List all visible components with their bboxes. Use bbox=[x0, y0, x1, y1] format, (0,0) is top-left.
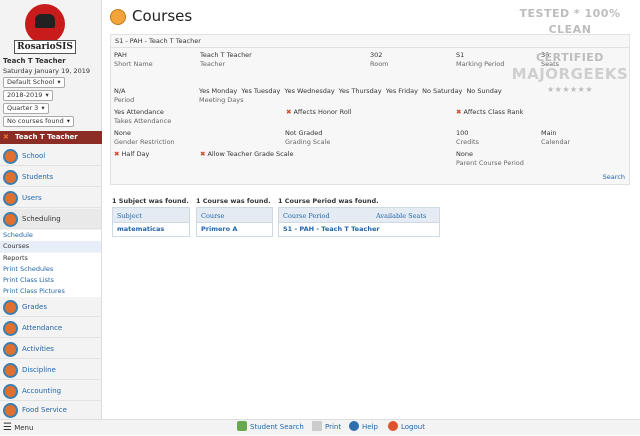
menu-scheduling[interactable]: Scheduling bbox=[0, 209, 101, 229]
menu-grades[interactable]: Grades bbox=[0, 297, 101, 317]
students-icon bbox=[3, 170, 18, 185]
grading-scale-field: Not Graded Grading Scale bbox=[285, 129, 331, 146]
attendance-field: Yes Attendance Takes Attendance bbox=[114, 108, 172, 125]
arrow-left-icon bbox=[237, 421, 247, 431]
menu-label: Students bbox=[22, 173, 54, 181]
submenu-reports-heading: Reports bbox=[0, 253, 101, 264]
gender-field: None Gender Restriction bbox=[114, 129, 175, 146]
grades-icon bbox=[3, 300, 18, 315]
menu-school[interactable]: School bbox=[0, 146, 101, 166]
calendar-field: Main Calendar bbox=[541, 129, 571, 146]
search-link[interactable]: Search bbox=[603, 173, 625, 181]
class-rank-field: ✖ Affects Class Rank bbox=[456, 108, 524, 116]
help-icon bbox=[349, 421, 359, 431]
menu-label: Users bbox=[22, 194, 42, 202]
submenu-print-class-pictures[interactable]: Print Class Pictures bbox=[0, 286, 101, 297]
user-name: Teach T Teacher bbox=[3, 57, 66, 65]
submenu-courses[interactable]: Courses bbox=[0, 241, 101, 252]
room-field: 302 Room bbox=[370, 51, 389, 68]
print-link[interactable]: Print bbox=[312, 420, 341, 435]
course-periods-list: 1 Course Period was found. Course Period… bbox=[278, 196, 440, 237]
courses-header[interactable]: Course bbox=[196, 207, 273, 223]
current-user-label: Teach T Teacher bbox=[15, 133, 78, 141]
scheduling-icon bbox=[3, 212, 18, 227]
accounting-icon bbox=[3, 384, 18, 399]
sidebar: RosarioSIS Teach T Teacher Saturday Janu… bbox=[0, 0, 102, 419]
course-period-panel: S1 - PAH - Teach T Teacher PAH Short Name… bbox=[110, 34, 630, 185]
panel-header: S1 - PAH - Teach T Teacher bbox=[111, 35, 629, 48]
menu-label: Activities bbox=[22, 345, 54, 353]
x-icon: ✖ bbox=[286, 108, 292, 116]
menu-label: School bbox=[22, 152, 46, 160]
courses-icon bbox=[110, 9, 126, 25]
credits-field: 100 Credits bbox=[456, 129, 479, 146]
menu-food-service[interactable]: Food Service bbox=[0, 400, 101, 420]
attendance-icon bbox=[3, 321, 18, 336]
subjects-count: 1 Subject was found. bbox=[112, 197, 189, 205]
course-period-row[interactable]: S1 - PAH - Teach T Teacher bbox=[278, 223, 440, 237]
menu-label: Discipline bbox=[22, 366, 56, 374]
menu-label: Scheduling bbox=[22, 215, 61, 223]
subjects-header[interactable]: Subject bbox=[112, 207, 190, 223]
x-icon: ✖ bbox=[114, 150, 120, 158]
menu-toggle[interactable]: ☰ Menu bbox=[3, 420, 33, 436]
submenu-schedule[interactable]: Schedule bbox=[0, 230, 101, 241]
course-periods-header[interactable]: Course Period Available Seats bbox=[278, 207, 440, 223]
wrench-icon: ✖ bbox=[3, 133, 9, 141]
current-date: Saturday January 19, 2019 bbox=[3, 67, 91, 75]
course-row[interactable]: Primero A bbox=[196, 223, 273, 237]
menu-users[interactable]: Users bbox=[0, 188, 101, 208]
users-icon bbox=[3, 191, 18, 206]
food-service-icon bbox=[3, 403, 18, 418]
school-select[interactable]: Default School ▾ bbox=[3, 77, 65, 88]
logo-text: RosarioSIS bbox=[14, 40, 76, 54]
honor-roll-field: ✖ Affects Honor Roll bbox=[286, 108, 352, 116]
period-field: N/A Period bbox=[114, 87, 135, 104]
course-periods-count: 1 Course Period was found. bbox=[278, 197, 379, 205]
student-search-link[interactable]: Student Search bbox=[237, 420, 304, 435]
menu-discipline[interactable]: Discipline bbox=[0, 360, 101, 380]
menu-label: Accounting bbox=[22, 387, 62, 395]
logout-icon bbox=[388, 421, 398, 431]
quarter-select[interactable]: Quarter 3 ▾ bbox=[3, 103, 49, 114]
half-day-field: ✖ Half Day bbox=[114, 150, 150, 158]
course-select[interactable]: No courses found ▾ bbox=[3, 116, 74, 127]
x-icon: ✖ bbox=[456, 108, 462, 116]
print-icon bbox=[312, 421, 322, 431]
submenu-print-schedules[interactable]: Print Schedules bbox=[0, 264, 101, 275]
subject-row[interactable]: matematicas bbox=[112, 223, 190, 237]
menu-attendance[interactable]: Attendance bbox=[0, 318, 101, 338]
menu-activities[interactable]: Activities bbox=[0, 339, 101, 359]
menu-accounting[interactable]: Accounting bbox=[0, 381, 101, 401]
menu-label: Food Service bbox=[22, 406, 67, 414]
menu-label: Grades bbox=[22, 303, 47, 311]
x-icon: ✖ bbox=[200, 150, 206, 158]
courses-list: 1 Course was found. Course Primero A bbox=[196, 196, 273, 237]
page-title-text: Courses bbox=[132, 7, 193, 25]
allow-grade-scale-field: ✖ Allow Teacher Grade Scale bbox=[200, 150, 294, 158]
discipline-icon bbox=[3, 363, 18, 378]
school-icon bbox=[3, 149, 18, 164]
marking-period-field: S1 Marking Period bbox=[456, 51, 505, 68]
seats-field: 30 Seats bbox=[541, 51, 560, 68]
menu-students[interactable]: Students bbox=[0, 167, 101, 187]
parent-course-period-field: None Parent Course Period bbox=[456, 150, 524, 167]
subjects-list: 1 Subject was found. Subject matematicas bbox=[112, 196, 190, 237]
teacher-field: Teach T Teacher Teacher bbox=[200, 51, 252, 68]
footer-bar: ☰ Menu Student Search Print Help Logout bbox=[0, 419, 640, 435]
meeting-days-field: Yes Monday Yes Tuesday Yes Wednesday Yes… bbox=[199, 87, 502, 104]
activities-icon bbox=[3, 342, 18, 357]
submenu-print-class-lists[interactable]: Print Class Lists bbox=[0, 275, 101, 286]
current-user-bar[interactable]: ✖ Teach T Teacher bbox=[0, 131, 102, 144]
year-select[interactable]: 2018-2019 ▾ bbox=[3, 90, 53, 101]
courses-count: 1 Course was found. bbox=[196, 197, 271, 205]
short-name-field: PAH Short Name bbox=[114, 51, 153, 68]
logout-link[interactable]: Logout bbox=[388, 420, 425, 435]
hamburger-icon: ☰ bbox=[3, 422, 12, 433]
rosariosis-logo: RosarioSIS bbox=[14, 4, 76, 56]
menu-label: Attendance bbox=[22, 324, 63, 332]
help-link[interactable]: Help bbox=[349, 420, 378, 435]
